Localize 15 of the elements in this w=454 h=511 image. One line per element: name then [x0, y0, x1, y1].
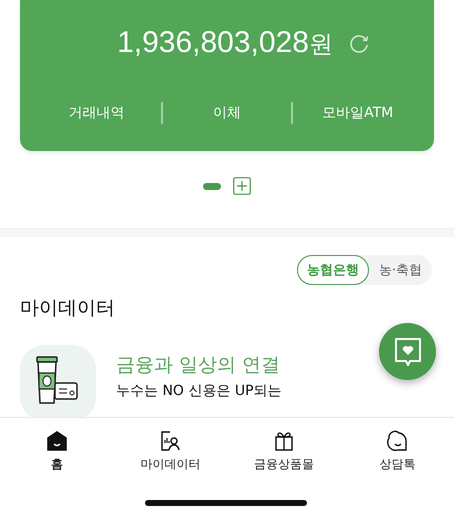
promo-title: 금융과 일상의 연결 — [116, 353, 282, 378]
tab-item[interactable]: 금융상품몰 — [227, 428, 340, 474]
chat-bubble-icon — [385, 429, 410, 453]
home-icon — [44, 429, 69, 453]
bank-tab[interactable]: 농·축협 — [368, 255, 432, 285]
tab-item[interactable]: 홈 — [0, 428, 114, 474]
tab-item[interactable]: 상담톡 — [340, 428, 454, 474]
bank-tab[interactable]: 농협은행 — [296, 255, 369, 285]
balance-amount: 1,936,803,028원 — [117, 26, 333, 60]
chat-button[interactable] — [379, 323, 436, 380]
add-icon[interactable] — [233, 177, 251, 195]
tab-item[interactable]: 마이데이터 — [114, 428, 227, 474]
section-title: 마이데이터 — [19, 296, 116, 321]
promo-text: 누수는 NO 신용은 UP되는 — [116, 382, 282, 400]
heart-chat-icon — [392, 336, 422, 368]
